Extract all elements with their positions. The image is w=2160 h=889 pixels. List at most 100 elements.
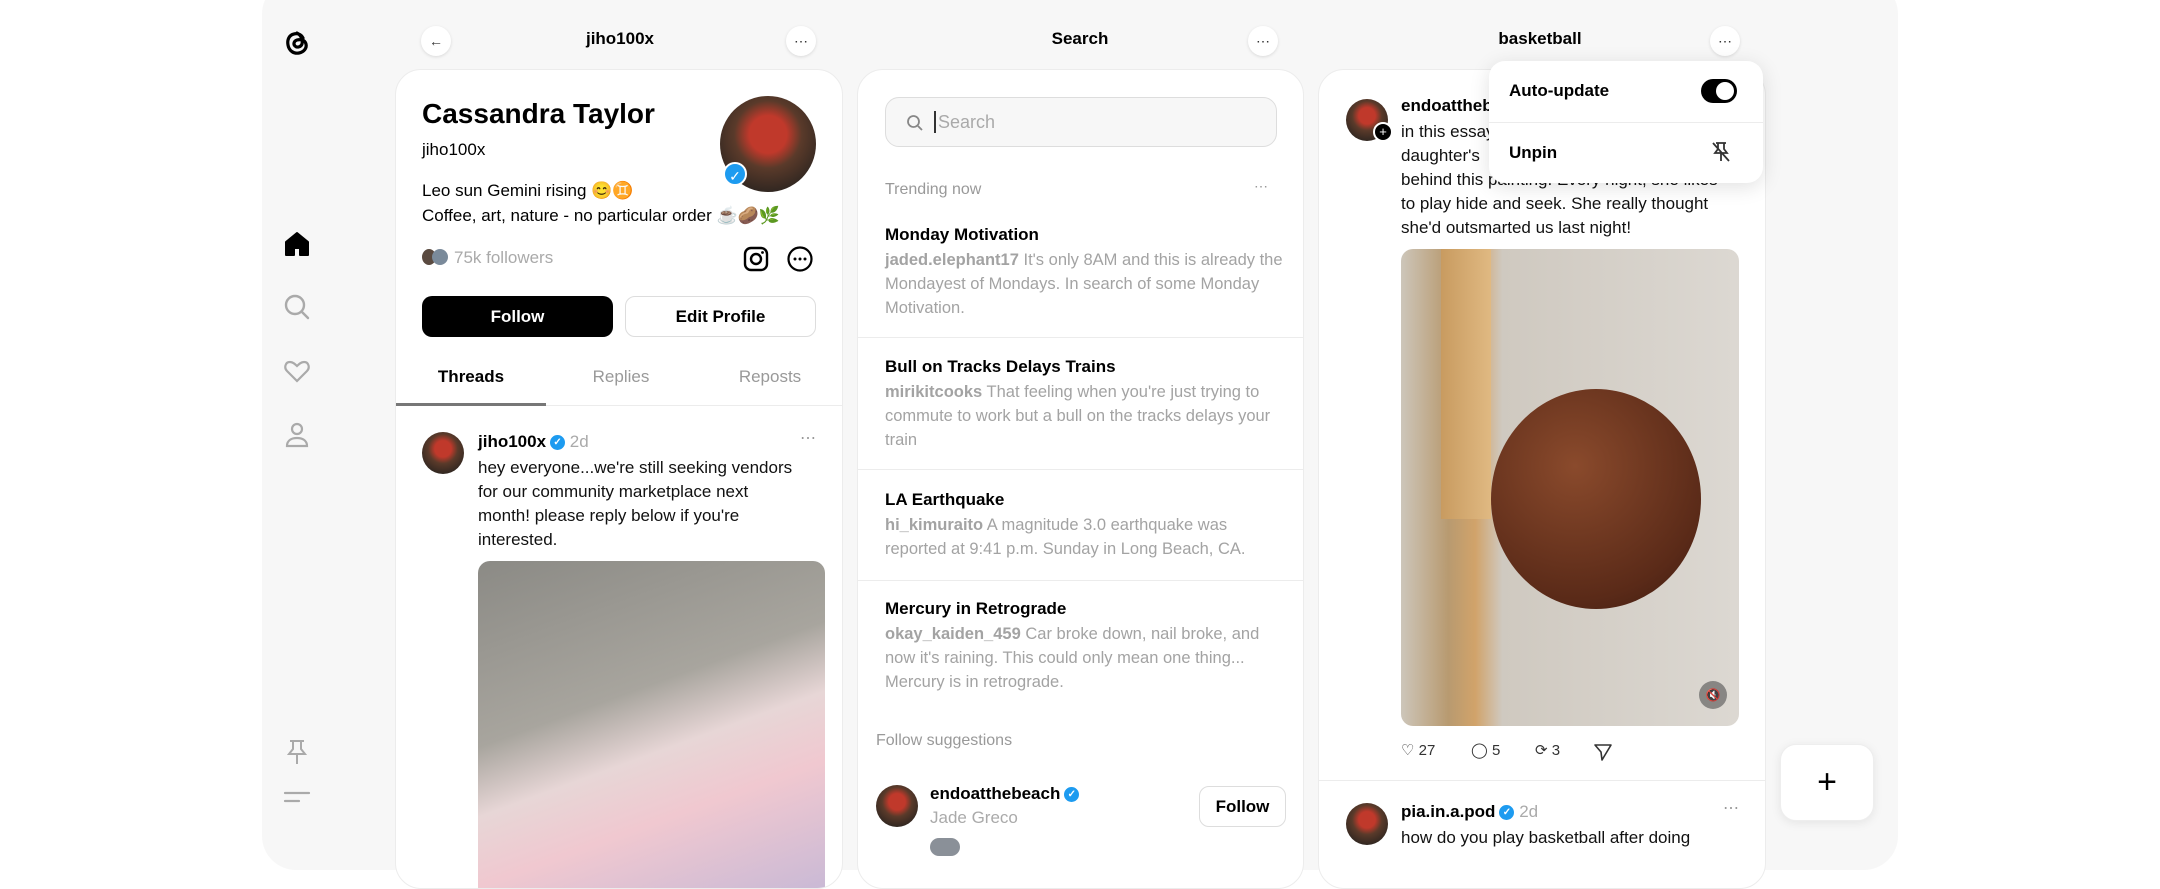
search-placeholder: Search xyxy=(938,112,996,132)
trend-title[interactable]: Mercury in Retrograde xyxy=(885,599,1066,619)
trend-user[interactable]: mirikitcooks xyxy=(885,383,982,401)
new-post-button[interactable]: + xyxy=(1780,744,1874,821)
post-text-line: how do you play basketball after doing xyxy=(1401,828,1691,847)
column-more-button[interactable]: ⋯ xyxy=(1710,26,1740,56)
threads-logo-icon[interactable] xyxy=(279,26,313,62)
more-options-icon[interactable] xyxy=(786,245,814,273)
post-avatar[interactable] xyxy=(422,432,464,474)
menu-item-unpin[interactable]: Unpin xyxy=(1489,122,1763,183)
search-icon[interactable] xyxy=(282,292,312,322)
post-image[interactable] xyxy=(478,561,825,888)
search-input[interactable]: Search xyxy=(885,97,1277,147)
post-time: 2d xyxy=(1519,802,1539,821)
profile-icon[interactable] xyxy=(282,420,312,450)
post-text-line: month! please reply below if you're xyxy=(478,506,740,525)
profile-bio-line2: Coffee, art, nature - no particular orde… xyxy=(422,206,781,225)
trend-snippet[interactable]: okay_kaiden_459 Car broke down, nail bro… xyxy=(885,622,1285,694)
reply-button[interactable]: ◯ 5 xyxy=(1471,741,1500,759)
suggestion-avatar[interactable] xyxy=(876,785,918,827)
search-card: Search Trending now ⋯ Monday Motivation … xyxy=(857,69,1304,889)
divider xyxy=(858,469,1303,470)
follow-button[interactable]: Follow xyxy=(422,296,613,337)
post-author[interactable]: pia.in.a.pod ✓ 2d xyxy=(1401,802,1538,822)
column-more-button[interactable]: ⋯ xyxy=(786,26,816,56)
followers-count[interactable]: 75k followers xyxy=(454,248,553,268)
post-avatar[interactable] xyxy=(1346,803,1388,845)
column-title: Search xyxy=(1051,29,1109,48)
menu-icon[interactable] xyxy=(282,782,312,812)
text-cursor xyxy=(934,111,936,133)
divider xyxy=(858,580,1303,581)
tab-reposts[interactable]: Reposts xyxy=(696,367,842,387)
post-text-line: in this essay xyxy=(1401,122,1495,141)
post-text-line: she'd outsmarted us last night! xyxy=(1401,218,1632,237)
post-author-name[interactable]: jiho100x xyxy=(478,432,546,451)
reply-count: 5 xyxy=(1491,742,1501,759)
trend-snippet[interactable]: jaded.elephant17 It's only 8AM and this … xyxy=(885,248,1285,320)
back-button[interactable]: ← xyxy=(421,26,451,56)
trending-more-icon[interactable]: ⋯ xyxy=(1254,178,1268,195)
post-more-icon[interactable]: ⋯ xyxy=(1723,798,1739,818)
trend-snippet[interactable]: hi_kimuraito A magnitude 3.0 earthquake … xyxy=(885,513,1285,561)
share-icon[interactable] xyxy=(1593,742,1613,762)
profile-bio-line1: Leo sun Gemini rising 😊♊ xyxy=(422,181,634,200)
divider xyxy=(858,337,1303,338)
auto-update-label: Auto-update xyxy=(1509,81,1610,100)
trend-user[interactable]: okay_kaiden_459 xyxy=(885,625,1021,643)
post-author[interactable]: jiho100x ✓ 2d xyxy=(478,432,589,452)
suggestion-username[interactable]: endoatthebeach xyxy=(930,784,1060,803)
follow-suggestions-label: Follow suggestions xyxy=(876,732,1013,749)
profile-card: Cassandra Taylor jiho100x ✓ Leo sun Gemi… xyxy=(395,69,843,889)
post-text-line: for our community marketplace next xyxy=(478,482,749,501)
post-text-line: interested. xyxy=(478,530,558,549)
like-count: 27 xyxy=(1418,742,1436,759)
tab-replies[interactable]: Replies xyxy=(546,367,696,387)
tab-threads[interactable]: Threads xyxy=(396,367,546,387)
active-tab-indicator xyxy=(396,403,546,406)
like-button[interactable]: ♡ 27 xyxy=(1401,741,1435,759)
trend-title[interactable]: Monday Motivation xyxy=(885,225,1039,245)
post-more-icon[interactable]: ⋯ xyxy=(800,428,816,448)
column-title: basketball xyxy=(1498,29,1582,48)
verified-badge-icon: ✓ xyxy=(550,435,566,451)
basketball-image xyxy=(1491,389,1701,609)
suggestion-name: Jade Greco xyxy=(930,808,1018,827)
instagram-icon[interactable] xyxy=(742,245,770,273)
trend-user[interactable]: jaded.elephant17 xyxy=(885,251,1019,269)
search-icon xyxy=(906,114,924,132)
pin-icon[interactable] xyxy=(282,737,312,767)
plus-icon: + xyxy=(1817,763,1837,801)
verified-badge-icon: ✓ xyxy=(1499,805,1515,821)
repost-button[interactable]: ⟳ 3 xyxy=(1535,741,1560,759)
unpin-icon xyxy=(1709,140,1733,164)
unpin-label: Unpin xyxy=(1509,143,1558,162)
frame-image xyxy=(1441,249,1491,519)
verified-badge-icon: ✓ xyxy=(1064,787,1080,803)
column-more-button[interactable]: ⋯ xyxy=(1248,26,1278,56)
mute-icon[interactable]: 🔇 xyxy=(1699,681,1727,709)
heart-icon[interactable] xyxy=(282,356,312,386)
post-video[interactable]: 🔇 xyxy=(1401,249,1739,726)
divider xyxy=(1319,780,1765,781)
trending-label: Trending now xyxy=(885,181,982,198)
profile-handle: jiho100x xyxy=(422,140,486,159)
suggestion-follow-button[interactable]: Follow xyxy=(1199,786,1286,827)
verified-badge-icon: ✓ xyxy=(723,162,747,186)
edit-profile-button[interactable]: Edit Profile xyxy=(625,296,816,337)
post-text-line: hey everyone...we're still seeking vendo… xyxy=(478,458,793,477)
post-time: 2d xyxy=(569,432,589,451)
post-author-name[interactable]: pia.in.a.pod xyxy=(1401,802,1495,821)
trend-title[interactable]: Bull on Tracks Delays Trains xyxy=(885,357,1116,377)
home-icon[interactable] xyxy=(282,229,312,259)
menu-item-auto-update[interactable]: Auto-update xyxy=(1489,61,1763,122)
feed-card: + endoatthebeach in this essay daughter'… xyxy=(1318,69,1766,889)
follow-plus-icon[interactable]: + xyxy=(1373,122,1393,142)
trend-user[interactable]: hi_kimuraito xyxy=(885,516,983,534)
suggestion-user[interactable]: endoatthebeach ✓ xyxy=(930,784,1080,804)
trend-snippet[interactable]: mirikitcooks That feeling when you're ju… xyxy=(885,380,1285,452)
auto-update-toggle[interactable] xyxy=(1701,79,1737,103)
repost-count: 3 xyxy=(1551,742,1561,759)
trend-title[interactable]: LA Earthquake xyxy=(885,490,1004,510)
follower-avatars xyxy=(930,838,960,856)
column-options-menu: Auto-update Unpin xyxy=(1489,61,1763,183)
